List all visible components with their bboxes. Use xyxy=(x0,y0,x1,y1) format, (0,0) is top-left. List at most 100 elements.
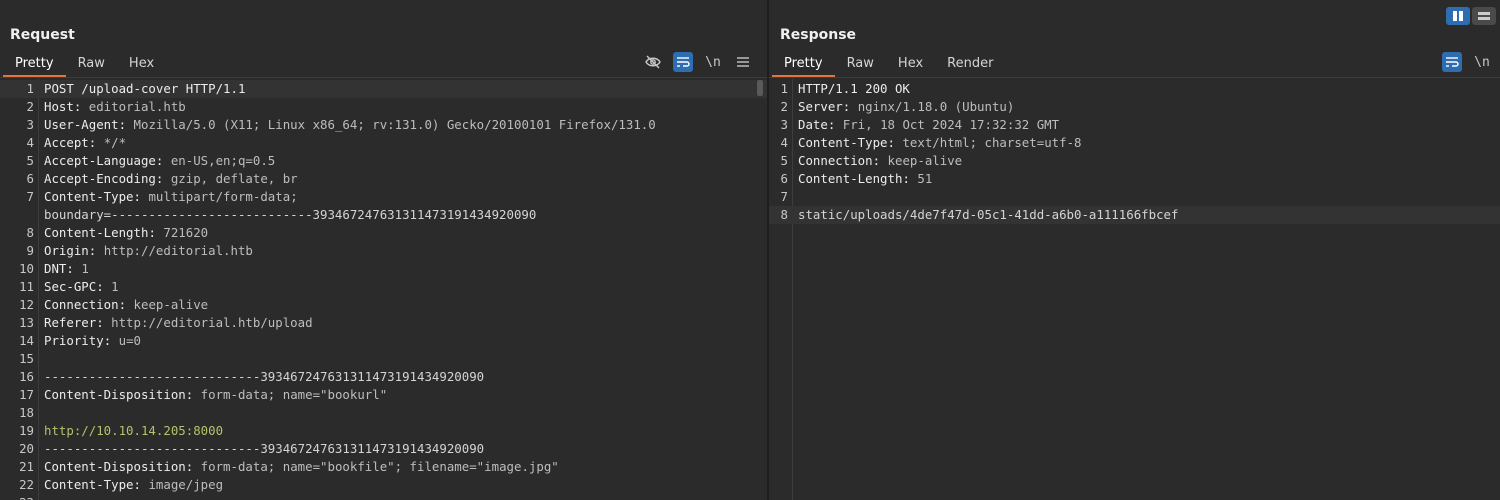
header-name: Content-Type xyxy=(798,135,888,150)
tab-raw[interactable]: Raw xyxy=(66,53,117,75)
header-value: Fri, 18 Oct 2024 17:32:32 GMT xyxy=(842,117,1060,132)
code-line: 21 Content-Disposition: form-data; name="… xyxy=(0,458,767,476)
header-value: en-US,en;q=0.5 xyxy=(170,153,276,168)
line-content: Origin: http://editorial.htb xyxy=(44,242,253,260)
response-title: Response xyxy=(780,27,857,43)
code-line: 3 User-Agent: Mozilla/5.0 (X11; Linux x86… xyxy=(0,116,767,134)
line-content: Accept-Encoding: gzip, deflate, br xyxy=(44,170,298,188)
code-line: 2 Host: editorial.htb xyxy=(0,98,767,116)
request-title: Request xyxy=(10,27,75,43)
line-content: boundary=---------------------------3934… xyxy=(44,206,536,224)
request-tabs: Pretty Raw Hex xyxy=(3,53,166,77)
tab-pretty[interactable]: Pretty xyxy=(3,53,66,77)
header-colon: : xyxy=(103,333,119,348)
header-name: Sec-GPC xyxy=(44,279,97,294)
tab-hex[interactable]: Hex xyxy=(886,53,935,75)
line-content: http://10.10.14.205:8000 xyxy=(44,422,223,440)
header-name: User-Agent xyxy=(44,117,119,132)
header-name: Connection xyxy=(798,153,873,168)
header-value: gzip, deflate, br xyxy=(170,171,298,186)
request-scrollbar[interactable] xyxy=(757,80,763,96)
header-colon: : xyxy=(73,99,89,114)
code-line: 1 POST /upload-cover HTTP/1.1 xyxy=(0,80,767,98)
header-value: multipart/form-data; xyxy=(148,189,298,204)
line-content: Host: editorial.htb xyxy=(44,98,186,116)
header-value: 51 xyxy=(917,171,933,186)
header-value: http://editorial.htb/upload xyxy=(111,315,313,330)
show-newlines-icon[interactable]: \n xyxy=(703,52,723,72)
line-content: HTTP/1.1 200 OK xyxy=(798,80,910,98)
line-content: static/uploads/4de7f47d-05c1-41dd-a6b0-a… xyxy=(798,206,1178,224)
header-colon: : xyxy=(88,135,104,150)
line-content: POST /upload-cover HTTP/1.1 xyxy=(44,80,245,98)
response-editor[interactable]: 1 HTTP/1.1 200 OK 2 Server: nginx/1.18.0 (U… xyxy=(769,79,1500,500)
request-pane: Request Pretty Raw Hex \n 1 POST /upload-co… xyxy=(0,0,767,500)
code-line: 8 static/uploads/4de7f47d-05c1-41dd-a6b0-… xyxy=(769,206,1500,224)
code-line: 8 Content-Length: 721620 xyxy=(0,224,767,242)
code-line: 15 xyxy=(0,350,767,368)
header-colon: : xyxy=(96,279,112,294)
line-number: 20 xyxy=(19,441,34,456)
header-value: http://editorial.htb xyxy=(103,243,253,258)
word-wrap-icon[interactable] xyxy=(1442,52,1462,72)
header-value: -----------------------------39346724763… xyxy=(44,441,485,456)
header-colon: : xyxy=(96,315,112,330)
line-number: 21 xyxy=(19,459,34,474)
code-line: 5 Connection: keep-alive xyxy=(769,152,1500,170)
tab-separator xyxy=(0,77,767,78)
tab-hex[interactable]: Hex xyxy=(117,53,166,75)
line-number: 4 xyxy=(26,135,34,150)
header-value: form-data; name="bookurl" xyxy=(200,387,388,402)
line-content: Content-Length: 51 xyxy=(798,170,932,188)
header-name: Content-Disposition xyxy=(44,459,186,474)
menu-icon[interactable] xyxy=(733,52,753,72)
header-value: u=0 xyxy=(118,333,141,348)
header-value: Mozilla/5.0 (X11; Linux x86_64; rv:131.0… xyxy=(133,117,656,132)
header-colon: : xyxy=(155,153,171,168)
code-line: 13 Referer: http://editorial.htb/upload xyxy=(0,314,767,332)
word-wrap-icon[interactable] xyxy=(673,52,693,72)
header-colon: : xyxy=(185,387,201,402)
line-number: 6 xyxy=(780,171,788,186)
line-content: Referer: http://editorial.htb/upload xyxy=(44,314,313,332)
line-content: Content-Length: 721620 xyxy=(44,224,208,242)
line-number: 8 xyxy=(26,225,34,240)
header-value: text/html; charset=utf-8 xyxy=(902,135,1082,150)
header-value: nginx/1.18.0 (Ubuntu) xyxy=(857,99,1015,114)
header-value: -----------------------------39346724763… xyxy=(44,369,485,384)
header-colon: : xyxy=(827,117,843,132)
line-content: Content-Type: multipart/form-data; xyxy=(44,188,298,206)
tab-raw[interactable]: Raw xyxy=(835,53,886,75)
request-editor[interactable]: 1 POST /upload-cover HTTP/1.1 2 Host: edito… xyxy=(0,79,767,500)
header-name: HTTP/1.1 200 OK xyxy=(798,81,910,96)
header-name: Accept-Language xyxy=(44,153,156,168)
code-line: 7 xyxy=(769,188,1500,206)
line-number: 3 xyxy=(26,117,34,132)
line-content: Date: Fri, 18 Oct 2024 17:32:32 GMT xyxy=(798,116,1059,134)
line-number: 7 xyxy=(26,189,34,204)
header-name: Connection xyxy=(44,297,119,312)
response-toolbar: \n xyxy=(1442,52,1492,72)
header-value: form-data; name="bookfile"; filename="im… xyxy=(200,459,559,474)
line-content: Content-Disposition: form-data; name="bo… xyxy=(44,458,559,476)
code-line: boundary=---------------------------3934… xyxy=(0,206,767,224)
header-name: Content-Type xyxy=(44,477,134,492)
line-number: 12 xyxy=(19,297,34,312)
line-content: Content-Type: text/html; charset=utf-8 xyxy=(798,134,1082,152)
line-content: -----------------------------39346724763… xyxy=(44,440,484,458)
tab-pretty[interactable]: Pretty xyxy=(772,53,835,77)
line-number: 3 xyxy=(780,117,788,132)
code-line: 20 -----------------------------393467247… xyxy=(0,440,767,458)
header-colon: : xyxy=(902,171,918,186)
code-line: 7 Content-Type: multipart/form-data; xyxy=(0,188,767,206)
response-lines: 1 HTTP/1.1 200 OK 2 Server: nginx/1.18.0 (U… xyxy=(769,80,1500,224)
line-content: Connection: keep-alive xyxy=(798,152,962,170)
code-line: 4 Content-Type: text/html; charset=utf-8 xyxy=(769,134,1500,152)
line-number: 1 xyxy=(26,81,34,96)
header-name: Accept-Encoding xyxy=(44,171,156,186)
tab-render[interactable]: Render xyxy=(935,53,1005,75)
hide-non-printable-eye-slash-icon[interactable] xyxy=(643,52,663,72)
line-number: 5 xyxy=(26,153,34,168)
show-newlines-icon[interactable]: \n xyxy=(1472,52,1492,72)
header-name: POST /upload-cover HTTP/1.1 xyxy=(44,81,246,96)
